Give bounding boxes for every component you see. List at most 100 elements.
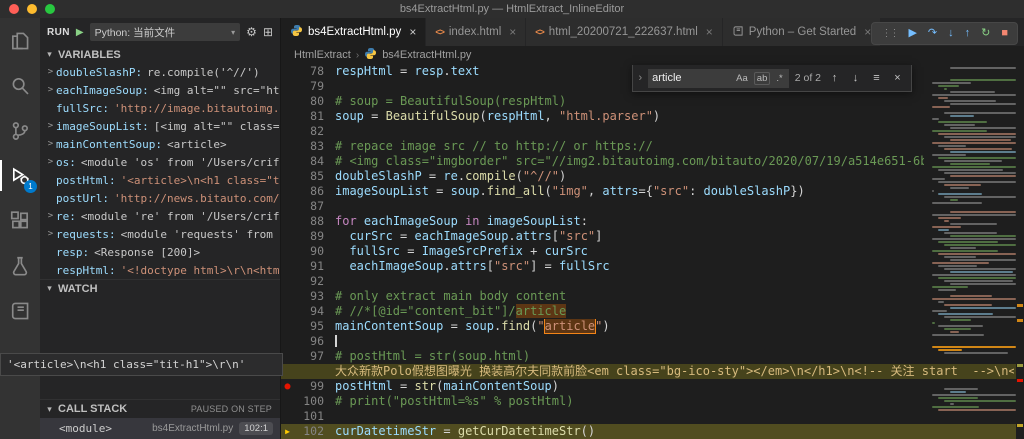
maximize-window-button[interactable] xyxy=(45,4,55,14)
code-text[interactable]: # print("postHtml=%s" % postHtml) xyxy=(324,394,924,409)
minimap[interactable] xyxy=(928,64,1016,439)
variable-row[interactable]: > eachImageSoup: <img alt="" src="htt xyxy=(40,81,280,99)
glyph-margin[interactable] xyxy=(281,319,294,334)
line-number[interactable]: 96 xyxy=(294,334,324,349)
debug-console-icon[interactable]: ⊞ xyxy=(263,25,273,39)
tab-python-get-started[interactable]: Python – Get Started × xyxy=(722,18,882,46)
code-text[interactable]: imageSoupList = soup.find_all("img", att… xyxy=(324,184,924,199)
code-line[interactable]: 94 # //*[@id="content_bit"]/article xyxy=(281,304,1024,319)
tab-close-icon[interactable]: × xyxy=(864,25,871,39)
glyph-margin[interactable] xyxy=(281,184,294,199)
glyph-margin[interactable] xyxy=(281,199,294,214)
find-input[interactable] xyxy=(652,72,731,84)
twisty-icon[interactable]: > xyxy=(45,67,56,77)
line-number[interactable]: 90 xyxy=(294,244,324,259)
glyph-margin[interactable] xyxy=(281,79,294,94)
tab-close-icon[interactable]: × xyxy=(706,25,713,39)
code-text[interactable]: for eachImageSoup in imageSoupList: xyxy=(324,214,924,229)
code-line[interactable]: ● 99 postHtml = str(mainContentSoup) xyxy=(281,379,1024,394)
code-line[interactable]: ▶ 102 curDatetimeStr = getCurDatetimeStr() xyxy=(281,424,1024,439)
twisty-icon[interactable]: > xyxy=(45,139,56,149)
glyph-margin[interactable] xyxy=(281,289,294,304)
variable-row[interactable]: > re: <module 're' from '/Users/crifan xyxy=(40,207,280,225)
debug-config-dropdown[interactable]: Python: 当前文件 ▾ xyxy=(89,23,241,41)
breadcrumb[interactable]: HtmlExtract › bs4ExtractHtml.py xyxy=(281,46,1024,64)
code-text[interactable]: curSrc = eachImageSoup.attrs["src"] xyxy=(324,229,924,244)
step-out-button[interactable]: ↑ xyxy=(965,28,971,39)
activitybar-search[interactable] xyxy=(0,63,40,108)
code-line[interactable]: 96 xyxy=(281,334,1024,349)
glyph-margin[interactable] xyxy=(281,229,294,244)
line-number[interactable]: 92 xyxy=(294,274,324,289)
line-number[interactable]: 83 xyxy=(294,139,324,154)
code-text[interactable]: soup = BeautifulSoup(respHtml, "html.par… xyxy=(324,109,924,124)
regex-button[interactable]: .* xyxy=(774,73,784,84)
line-number[interactable]: 102 xyxy=(294,424,324,439)
glyph-margin[interactable] xyxy=(281,244,294,259)
line-number[interactable]: 100 xyxy=(294,394,324,409)
variable-row[interactable]: postUrl: 'http://news.bitauto.com/xi xyxy=(40,189,280,207)
find-toggle-replace-icon[interactable]: › xyxy=(639,72,643,84)
stop-button[interactable]: ■ xyxy=(1001,28,1008,39)
line-number[interactable]: 99 xyxy=(294,379,324,394)
line-number[interactable]: 78 xyxy=(294,64,324,79)
twisty-icon[interactable]: > xyxy=(45,85,56,95)
line-number[interactable]: 97 xyxy=(294,349,324,364)
line-number[interactable]: 89 xyxy=(294,229,324,244)
glyph-margin[interactable] xyxy=(281,109,294,124)
find-previous-button[interactable]: ↑ xyxy=(827,72,842,84)
glyph-margin[interactable] xyxy=(281,169,294,184)
tab-html-20200721-222637-html[interactable]: <> html_20200721_222637.html × xyxy=(526,18,723,46)
line-number[interactable]: 93 xyxy=(294,289,324,304)
line-number[interactable]: 84 xyxy=(294,154,324,169)
code-text[interactable]: eachImageSoup.attrs["src"] = fullSrc xyxy=(324,259,924,274)
code-text[interactable] xyxy=(324,274,924,289)
code-line[interactable]: 大众新款Polo假想图曝光 换装高尔夫同款前脸<em class="bg-ico… xyxy=(281,364,1024,379)
code-text[interactable]: # repace image src // to http:// or http… xyxy=(324,139,924,154)
activitybar-testing[interactable] xyxy=(0,243,40,288)
glyph-margin[interactable] xyxy=(281,64,294,79)
twisty-icon[interactable]: > xyxy=(45,157,56,167)
glyph-margin[interactable] xyxy=(281,154,294,169)
execution-pointer-icon[interactable]: ▶ xyxy=(281,424,294,439)
activitybar-explorer[interactable] xyxy=(0,18,40,63)
restart-button[interactable]: ↻ xyxy=(981,28,990,39)
gear-icon[interactable]: ⚙ xyxy=(246,25,257,39)
drag-grip-icon[interactable]: ⋮⋮ xyxy=(881,28,899,39)
code-line[interactable]: 100 # print("postHtml=%s" % postHtml) xyxy=(281,394,1024,409)
line-number[interactable]: 81 xyxy=(294,109,324,124)
code-line[interactable]: 90 fullSrc = ImageSrcPrefix + curSrc xyxy=(281,244,1024,259)
line-number[interactable]: 101 xyxy=(294,409,324,424)
code-text[interactable]: fullSrc = ImageSrcPrefix + curSrc xyxy=(324,244,924,259)
code-text[interactable] xyxy=(324,199,924,214)
code-line[interactable]: 87 xyxy=(281,199,1024,214)
twisty-icon[interactable]: > xyxy=(45,211,56,221)
code-text[interactable] xyxy=(324,409,924,424)
code-line[interactable]: 97 # postHtml = str(soup.html) xyxy=(281,349,1024,364)
code-text[interactable]: # //*[@id="content_bit"]/article xyxy=(324,304,924,319)
code-line[interactable]: 89 curSrc = eachImageSoup.attrs["src"] xyxy=(281,229,1024,244)
code-line[interactable]: 82 xyxy=(281,124,1024,139)
code-line[interactable]: 95 mainContentSoup = soup.find("article") xyxy=(281,319,1024,334)
twisty-icon[interactable]: > xyxy=(45,121,56,131)
glyph-margin[interactable] xyxy=(281,394,294,409)
variable-row[interactable]: > imageSoupList: [<img alt="" class="s xyxy=(40,117,280,135)
breadcrumb-folder[interactable]: HtmlExtract xyxy=(294,49,351,61)
code-line[interactable]: 92 xyxy=(281,274,1024,289)
line-number[interactable]: 88 xyxy=(294,214,324,229)
variable-row[interactable]: respHtml: '<!doctype html>\r\n<html xyxy=(40,261,280,279)
line-number[interactable]: 87 xyxy=(294,199,324,214)
glyph-margin[interactable] xyxy=(281,94,294,109)
line-number[interactable]: 80 xyxy=(294,94,324,109)
glyph-margin[interactable] xyxy=(281,139,294,154)
variables-section-header[interactable]: ▾ VARIABLES xyxy=(40,46,280,63)
code-text[interactable]: # soup = BeautifulSoup(respHtml) xyxy=(324,94,924,109)
code-line[interactable]: 81 soup = BeautifulSoup(respHtml, "html.p… xyxy=(281,109,1024,124)
variable-row[interactable]: > mainContentSoup: <article> xyxy=(40,135,280,153)
callstack-section-header[interactable]: ▾ CALL STACK PAUSED ON STEP xyxy=(40,399,280,418)
glyph-margin[interactable] xyxy=(281,274,294,289)
code-line[interactable]: 85 doubleSlashP = re.compile("^//") xyxy=(281,169,1024,184)
breakpoint-icon[interactable]: ● xyxy=(281,379,294,394)
variable-row[interactable]: resp: <Response [200]> xyxy=(40,243,280,261)
stack-frame-row[interactable]: <module> bs4ExtractHtml.py 102:1 xyxy=(40,418,280,439)
